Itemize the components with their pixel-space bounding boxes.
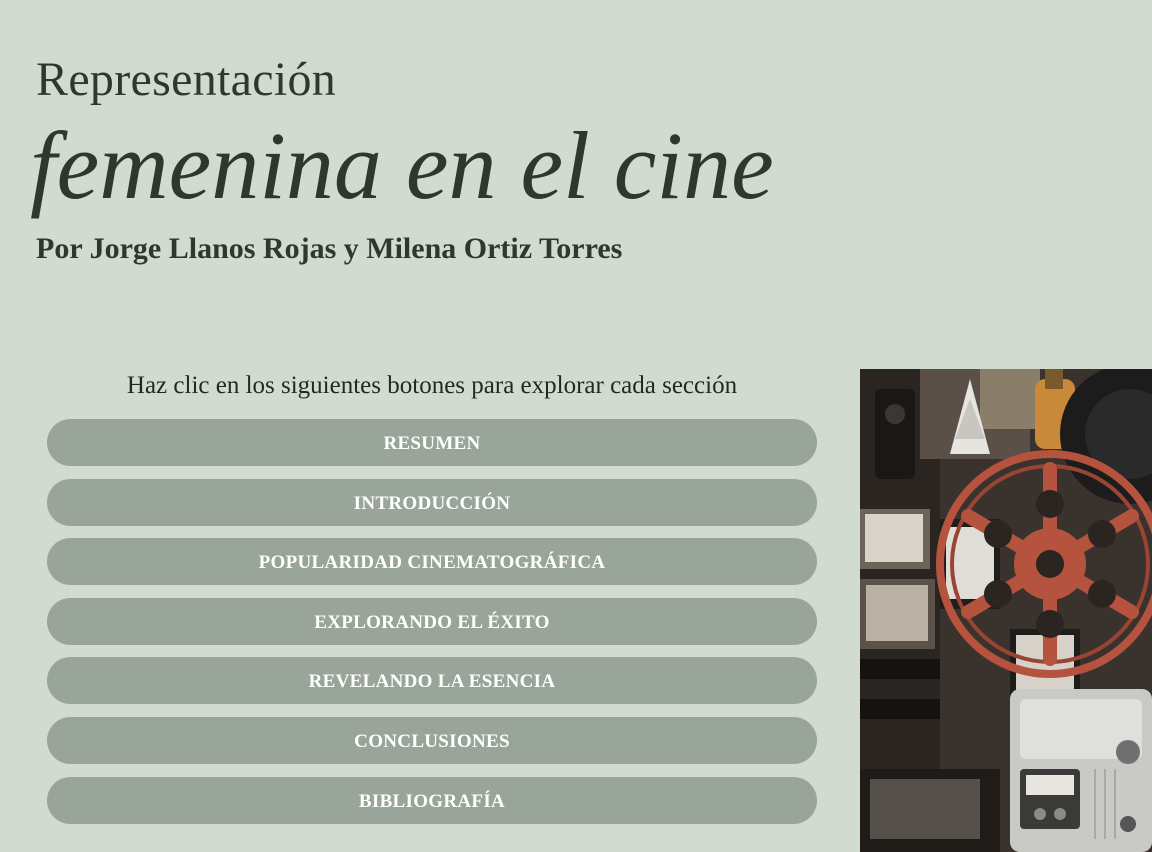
resumen-button[interactable]: RESUMEN (47, 419, 817, 466)
film-projector-illustration (860, 369, 1152, 852)
revelando-esencia-button[interactable]: REVELANDO LA ESENCIA (47, 657, 817, 705)
introduccion-button[interactable]: INTRODUCCIÓN (47, 478, 817, 526)
instruction-text: Haz clic en los siguientes botones para … (126, 372, 738, 399)
section-button-list: RESUMEN INTRODUCCIÓN POPULARIDAD CINEMAT… (47, 419, 817, 836)
popularidad-button[interactable]: POPULARIDAD CINEMATOGRÁFICA (47, 538, 817, 586)
authors-byline: Por Jorge Llanos Rojas y Milena Ortiz To… (36, 232, 623, 265)
page-title-line2: femenina en el cine (30, 112, 774, 219)
explorando-exito-button[interactable]: EXPLORANDO EL ÉXITO (47, 597, 817, 645)
conclusiones-button[interactable]: CONCLUSIONES (47, 716, 817, 764)
film-projector-image (860, 369, 1152, 852)
bibliografia-button[interactable]: BIBLIOGRAFÍA (47, 776, 817, 824)
page-title-line1: Representación (36, 53, 337, 106)
